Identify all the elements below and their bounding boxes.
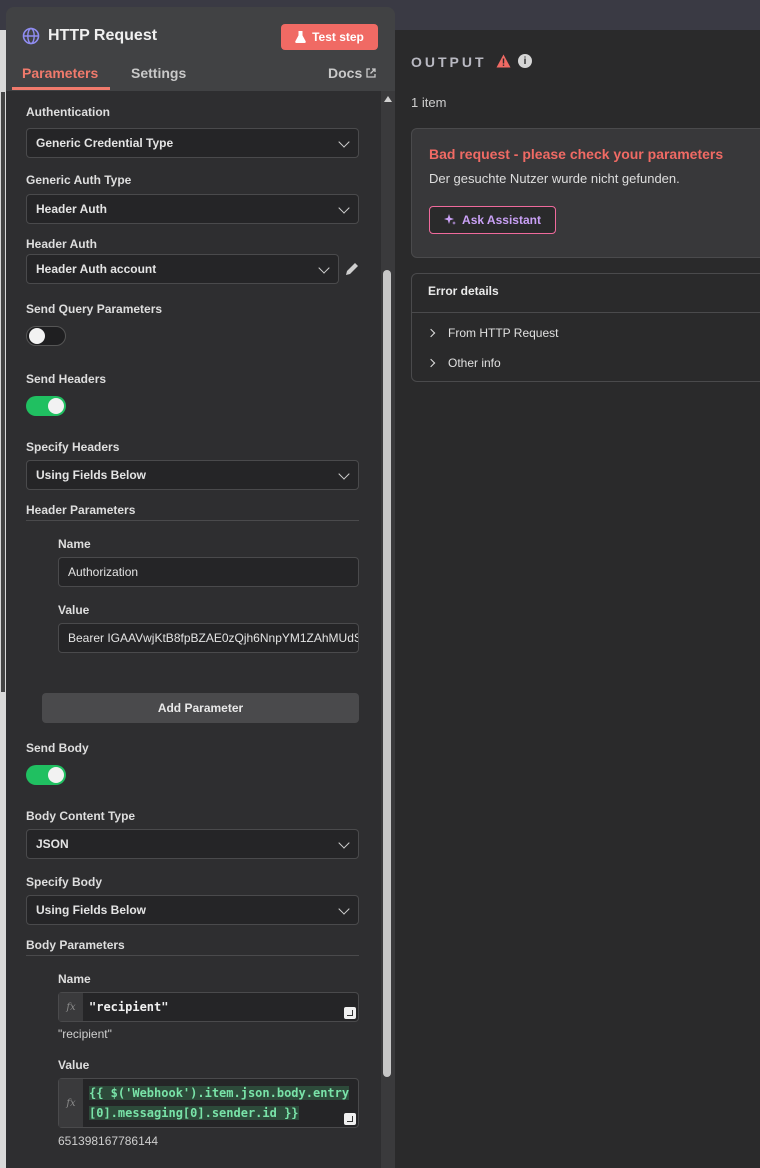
chevron-down-icon (318, 262, 330, 274)
body-value-preview: 651398167786144 (58, 1134, 159, 1148)
error-title: Bad request - please check your paramete… (429, 146, 724, 162)
chevron-right-icon (426, 358, 436, 368)
send-query-label: Send Query Parameters (26, 302, 163, 316)
detail-row-from-http-request[interactable]: From HTTP Request (426, 326, 558, 340)
output-title: OUTPUT (411, 54, 487, 70)
specify-headers-select[interactable]: Using Fields Below (26, 460, 359, 490)
header-name-label: Name (58, 537, 91, 551)
send-body-label: Send Body (26, 741, 89, 755)
header-value-input[interactable]: Bearer IGAAVwjKtB8fpBZAE0zQjh6NnpYM1ZAhM… (58, 623, 359, 653)
warning-icon (496, 54, 511, 68)
expression-line-2: [0].messaging[0].sender.id }} (89, 1106, 299, 1120)
specify-headers-label: Specify Headers (26, 440, 120, 454)
specify-body-select[interactable]: Using Fields Below (26, 895, 359, 925)
body-parameters-label: Body Parameters (26, 938, 125, 952)
generic-auth-type-select[interactable]: Header Auth (26, 194, 359, 224)
body-value-expression-input[interactable]: fx {{ $('Webhook').item.json.body.entry … (58, 1078, 359, 1128)
divider (26, 955, 359, 956)
body-name-preview: "recipient" (58, 1027, 112, 1041)
add-parameter-button[interactable]: Add Parameter (42, 693, 359, 723)
divider (412, 312, 760, 313)
chevron-down-icon (338, 468, 350, 480)
body-content-type-label: Body Content Type (26, 809, 136, 823)
scrollbar-thumb[interactable] (383, 270, 391, 1077)
error-message: Der gesuchte Nutzer wurde nicht gefunden… (429, 171, 680, 186)
detail-row-other-info[interactable]: Other info (426, 356, 501, 370)
info-icon[interactable]: i (518, 54, 532, 68)
items-count: 1 item (411, 95, 447, 110)
scroll-up-arrow-icon[interactable] (384, 96, 392, 102)
header-name-input[interactable]: Authorization (58, 557, 359, 587)
body-content-type-select[interactable]: JSON (26, 829, 359, 859)
chevron-down-icon (338, 837, 350, 849)
authentication-label: Authentication (26, 105, 110, 119)
chevron-right-icon (426, 328, 436, 338)
generic-auth-type-label: Generic Auth Type (26, 173, 132, 187)
header-value-label: Value (58, 603, 90, 617)
divider (26, 520, 359, 521)
specify-body-label: Specify Body (26, 875, 103, 889)
expand-icon[interactable] (344, 1007, 356, 1019)
chevron-down-icon (338, 202, 350, 214)
header-parameters-label: Header Parameters (26, 503, 136, 517)
send-headers-label: Send Headers (26, 372, 107, 386)
body-value-label: Value (58, 1058, 90, 1072)
expression-line-1: {{ $('Webhook').item.json.body.entry (89, 1086, 350, 1100)
authentication-select[interactable]: Generic Credential Type (26, 128, 359, 158)
error-card: Bad request - please check your paramete… (411, 128, 760, 258)
send-headers-toggle[interactable] (26, 396, 66, 416)
chevron-down-icon (338, 136, 350, 148)
expand-icon[interactable] (344, 1113, 356, 1125)
header-auth-select[interactable]: Header Auth account (26, 254, 339, 284)
send-query-toggle[interactable] (26, 326, 66, 346)
error-details-card: Error details From HTTP Request Other in… (411, 273, 760, 382)
parameters-content: Authentication Generic Credential Type G… (6, 91, 381, 1168)
error-details-title: Error details (428, 284, 499, 298)
fx-icon: fx (59, 993, 83, 1021)
chevron-down-icon (338, 903, 350, 915)
header-auth-label: Header Auth (26, 237, 97, 251)
sparkle-icon (444, 214, 457, 225)
ask-assistant-label: Ask Assistant (462, 213, 541, 227)
body-name-expression-input[interactable]: fx "recipient" (58, 992, 359, 1022)
ask-assistant-button[interactable]: Ask Assistant (429, 206, 556, 234)
fx-icon: fx (59, 1079, 83, 1127)
pencil-icon[interactable] (344, 261, 360, 277)
send-body-toggle[interactable] (26, 765, 66, 785)
body-name-label: Name (58, 972, 91, 986)
